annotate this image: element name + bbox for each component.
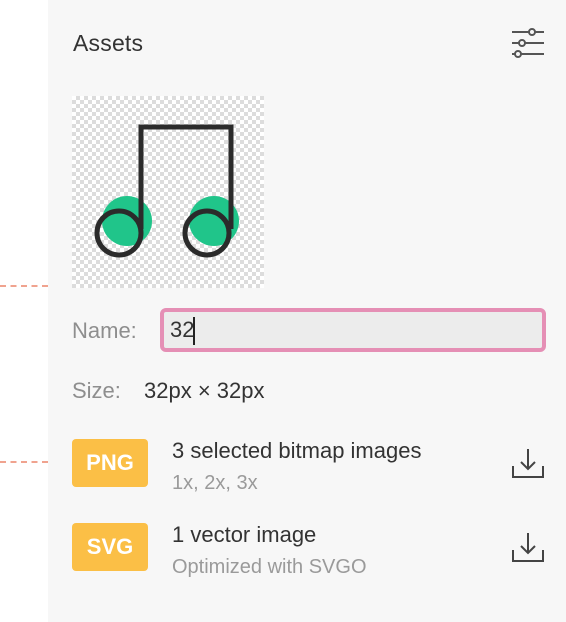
size-label: Size: [72, 378, 121, 403]
name-input[interactable] [164, 312, 542, 348]
format-badge-png: PNG [72, 439, 148, 487]
export-title: 3 selected bitmap images [172, 438, 422, 463]
export-subtitle: Optimized with SVGO [172, 556, 367, 578]
assets-panel: Assets Name: Size: 32px × 32px PNG 3 sel… [48, 0, 566, 622]
export-title: 1 vector image [172, 522, 317, 547]
name-field[interactable] [160, 308, 546, 352]
download-icon[interactable] [510, 529, 546, 565]
canvas-guide-line [0, 285, 48, 287]
name-label: Name: [72, 318, 137, 343]
download-icon[interactable] [510, 445, 546, 481]
format-badge-svg: SVG [72, 523, 148, 571]
panel-title: Assets [73, 30, 144, 56]
canvas-area [0, 0, 48, 622]
export-subtitle: 1x, 2x, 3x [172, 472, 258, 494]
text-caret [193, 317, 195, 345]
asset-preview [72, 96, 264, 288]
size-value: 32px × 32px [144, 378, 265, 403]
sliders-icon[interactable] [510, 27, 546, 59]
canvas-guide-line [0, 461, 48, 463]
music-note-icon [94, 124, 239, 258]
